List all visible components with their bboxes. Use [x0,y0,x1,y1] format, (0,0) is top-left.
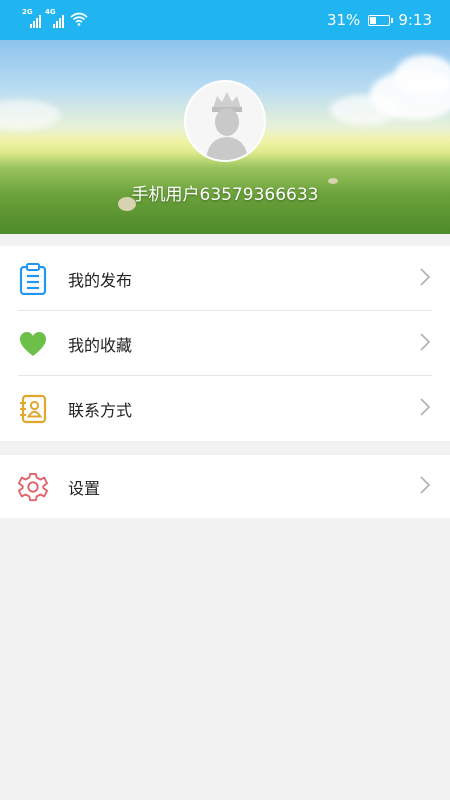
menu-item-label: 联系方式 [68,400,133,420]
menu-item-my-posts[interactable]: 我的发布 [0,246,450,311]
menu-item-contact-info[interactable]: 联系方式 [0,376,450,441]
chevron-right-icon [420,267,431,290]
battery-percent: 31% [326,11,361,29]
signal-icon-sim2: 4G [45,8,64,28]
avatar[interactable] [184,80,266,162]
contact-book-icon [18,394,48,424]
menu-item-label: 设置 [68,478,101,498]
menu-item-my-favorites[interactable]: 我的收藏 [0,311,450,376]
heart-icon [18,329,48,359]
clipboard-list-icon [18,262,48,295]
profile-header: 手机用户63579366633 [0,40,450,234]
default-avatar-icon [186,82,264,160]
network-type-sim2: 4G [45,8,56,16]
menu-group-settings: 设置 [0,455,450,518]
signal-icon-sim1: 2G [22,8,41,28]
wifi-icon [70,11,88,30]
menu-item-settings[interactable]: 设置 [0,455,450,518]
status-bar-right: 31% 9:13 [327,11,432,29]
chevron-right-icon [420,397,431,420]
chevron-right-icon [420,332,431,355]
cloud-decoration [395,55,450,95]
network-type-sim1: 2G [22,8,33,16]
status-bar: 2G 4G 31% 9:13 [0,0,450,40]
gear-icon [18,472,48,502]
menu-group-primary: 我的发布 我的收藏 联系方式 [0,246,450,441]
cloud-decoration [0,100,60,130]
battery-icon [368,14,394,26]
chevron-right-icon [420,475,431,498]
cloud-decoration [330,95,400,125]
username[interactable]: 手机用户63579366633 [0,180,450,205]
menu-item-label: 我的发布 [68,270,133,290]
status-bar-left: 2G 4G [22,8,88,30]
clock: 9:13 [398,11,432,29]
menu-item-label: 我的收藏 [68,335,133,355]
